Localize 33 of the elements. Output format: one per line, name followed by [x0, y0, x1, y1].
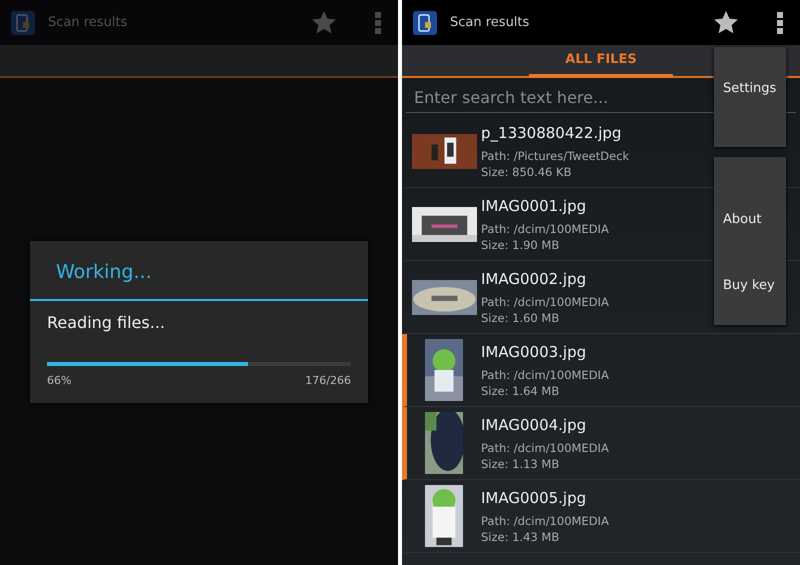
app-title: Scan results: [450, 15, 530, 30]
file-name: IMAG0002.jpg: [481, 270, 588, 288]
app-title: Scan results: [48, 15, 128, 30]
file-path: Path: /dcim/100MEDIA: [481, 368, 609, 382]
star-icon[interactable]: [312, 11, 336, 34]
file-size: Size: 1.43 MB: [481, 530, 560, 544]
overflow-menu-icon[interactable]: [776, 12, 784, 34]
file-name: IMAG0003.jpg: [481, 342, 588, 360]
file-path: Path: /Pictures/TweetDeck: [481, 148, 630, 162]
file-path: Path: /dcim/100MEDIA: [481, 222, 609, 236]
star-icon[interactable]: [714, 11, 738, 34]
file-size: Size: 1.60 MB: [481, 310, 560, 324]
app-logo-icon: [10, 10, 36, 36]
dialog-title: Working...: [30, 240, 368, 300]
file-path: Path: /dcim/100MEDIA: [481, 440, 609, 454]
tab[interactable]: ALL FILES: [529, 45, 673, 78]
file-size: Size: 1.90 MB: [481, 238, 560, 252]
file-size: Size: 1.64 MB: [481, 384, 560, 398]
dialog-message: Reading files...: [46, 312, 166, 332]
file-path: Path: /dcim/100MEDIA: [481, 514, 609, 528]
progress-percent: 66%: [47, 374, 72, 386]
progress-count: 176/266: [305, 374, 351, 386]
file-name: IMAG0005.jpg: [481, 488, 588, 506]
file-row[interactable]: IMAG0004.jpg Path: /dcim/100MEDIA Size: 1.13 MB: [402, 407, 800, 480]
file-size: Size: 1.13 MB: [481, 456, 560, 470]
file-row[interactable]: IMAG0003.jpg Path: /dcim/100MEDIA Size: 1.64 MB: [402, 334, 800, 407]
app-logo-icon: [412, 10, 438, 36]
file-name: IMAG0001.jpg: [481, 196, 588, 214]
file-row[interactable]: IMAG0005.jpg Path: /dcim/100MEDIA Size: 1.43 MB: [402, 480, 800, 553]
file-path: Path: /dcim/100MEDIA: [481, 294, 609, 308]
file-name: p_1330880422.jpg: [481, 124, 622, 142]
file-size: Size: 850.46 KB: [481, 164, 572, 178]
file-name: IMAG0004.jpg: [481, 416, 588, 434]
